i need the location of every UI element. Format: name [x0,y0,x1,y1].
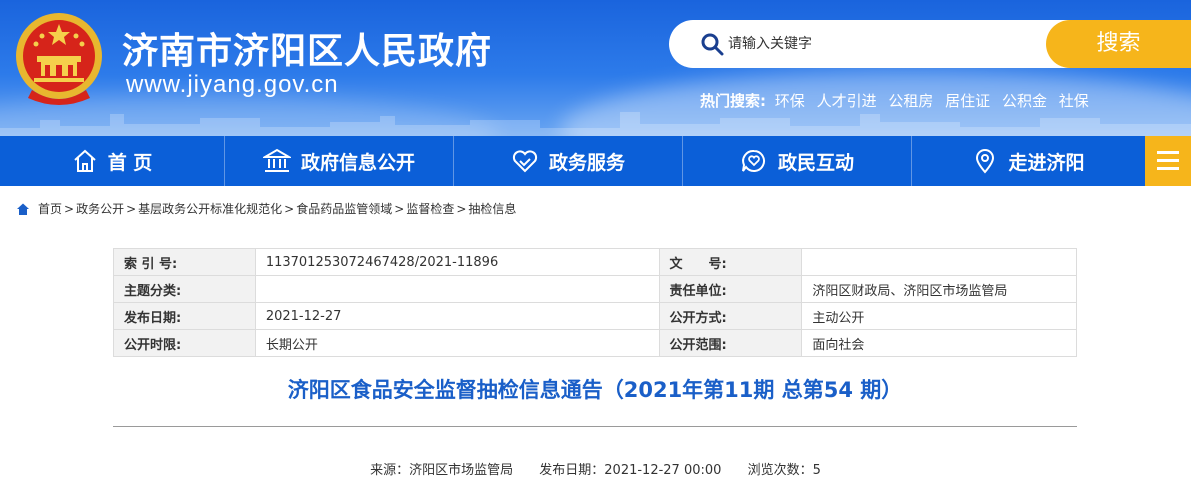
meta-value: 2021-12-27 [254,302,660,330]
map-pin-icon [976,149,995,174]
nav-item-label: 政府信息公开 [300,151,415,174]
nav-item-label: 走进济阳 [1008,151,1085,174]
handshake-icon [512,150,538,173]
nav-item-label: 首 页 [107,151,153,174]
breadcrumb: 首页 > 政务公开 > 基层政务公开标准化规范化 > 食品药品监管领域 > 监督… [16,200,516,217]
document-meta-table: 索 引 号: 113701253072467428/2021-11896 文 号… [113,248,1077,357]
site-url[interactable]: www.jiyang.gov.cn [126,71,339,99]
breadcrumb-separator: > [64,201,75,216]
site-title[interactable]: 济南市济阳区人民政府 [122,22,492,74]
article-view-count: 浏览次数：5 [747,463,821,478]
breadcrumb-separator: > [456,201,467,216]
meta-key: 索 引 号: [113,248,256,276]
menu-bar [1157,151,1179,154]
meta-value: 主动公开 [801,302,1077,330]
meta-key: 公开方式: [658,302,803,330]
meta-key: 公开时限: [113,329,256,357]
article-source: 来源：济阳区市场监管局 [370,463,514,478]
search-input[interactable] [728,30,1028,58]
home-icon [17,203,29,215]
hot-search-item[interactable]: 公租房 [888,92,933,110]
search-icon [701,33,724,56]
breadcrumb-separator: > [126,201,137,216]
hot-search-item[interactable]: 公积金 [1002,92,1047,110]
hot-search-item[interactable]: 居住证 [945,92,990,110]
article-title: 济阳区食品安全监督抽检信息通告（2021年第11期 总第54 期） [287,378,903,402]
main-nav: 首 页 政府信息公开 政务服务 政民互动 走进济阳 [0,136,1191,186]
breadcrumb-item[interactable]: 首页 [38,200,62,217]
meta-key: 公开范围: [658,329,803,357]
breadcrumb-item[interactable]: 监督检查 [406,200,454,217]
hamburger-menu-icon[interactable] [1145,136,1191,186]
hot-search-label: 热门搜索: [700,92,766,110]
nav-item-home[interactable]: 首 页 [0,136,224,186]
table-row: 公开时限: 长期公开 公开范围: 面向社会 [113,329,1077,357]
nav-item-label: 政民互动 [777,151,854,174]
meta-value: 面向社会 [801,329,1077,357]
national-emblem-logo [16,13,102,105]
menu-bar [1157,167,1179,170]
article-publish-time: 发布日期：2021-12-27 00:00 [539,463,722,478]
meta-value [801,248,1077,276]
chat-heart-icon [741,149,765,172]
meta-key: 文 号: [658,248,803,276]
nav-item-government-info[interactable]: 政府信息公开 [225,136,453,186]
meta-key: 发布日期: [113,302,256,330]
meta-value: 济阳区财政局、济阳区市场监管局 [801,275,1077,303]
hot-search-item[interactable]: 社保 [1059,92,1089,110]
breadcrumb-item[interactable]: 政务公开 [76,200,124,217]
nav-item-interaction[interactable]: 政民互动 [683,136,911,186]
home-icon [74,149,96,172]
meta-value: 长期公开 [254,329,660,357]
breadcrumb-separator: > [394,201,405,216]
hot-search: 热门搜索: 环保 人才引进 公租房 居住证 公积金 社保 [700,90,1092,111]
nav-item-label: 政务服务 [548,151,625,174]
table-row: 索 引 号: 113701253072467428/2021-11896 文 号… [113,248,1077,276]
search-button[interactable]: 搜索 [1046,20,1191,68]
hot-search-item[interactable]: 人才引进 [817,92,877,110]
meta-key: 主题分类: [113,275,256,303]
article-meta: 来源：济阳区市场监管局 发布日期：2021-12-27 00:00 浏览次数：5 [0,459,1191,478]
breadcrumb-item[interactable]: 抽检信息 [468,200,516,217]
site-header: 济南市济阳区人民政府 www.jiyang.gov.cn 搜索 热门搜索: 环保… [0,0,1191,136]
menu-bar [1157,159,1179,162]
nav-item-about-jiyang[interactable]: 走进济阳 [912,136,1145,186]
table-row: 发布日期: 2021-12-27 公开方式: 主动公开 [113,302,1077,330]
government-building-icon [262,148,291,172]
nav-item-government-services[interactable]: 政务服务 [454,136,682,186]
breadcrumb-item[interactable]: 食品药品监管领域 [296,200,392,217]
hot-search-item[interactable]: 环保 [775,92,805,110]
meta-value: 113701253072467428/2021-11896 [254,248,660,276]
breadcrumb-item[interactable]: 基层政务公开标准化规范化 [138,200,282,217]
meta-value [254,275,660,303]
title-divider [113,426,1077,427]
breadcrumb-separator: > [284,201,295,216]
meta-key: 责任单位: [658,275,803,303]
table-row: 主题分类: 责任单位: 济阳区财政局、济阳区市场监管局 [113,275,1077,303]
